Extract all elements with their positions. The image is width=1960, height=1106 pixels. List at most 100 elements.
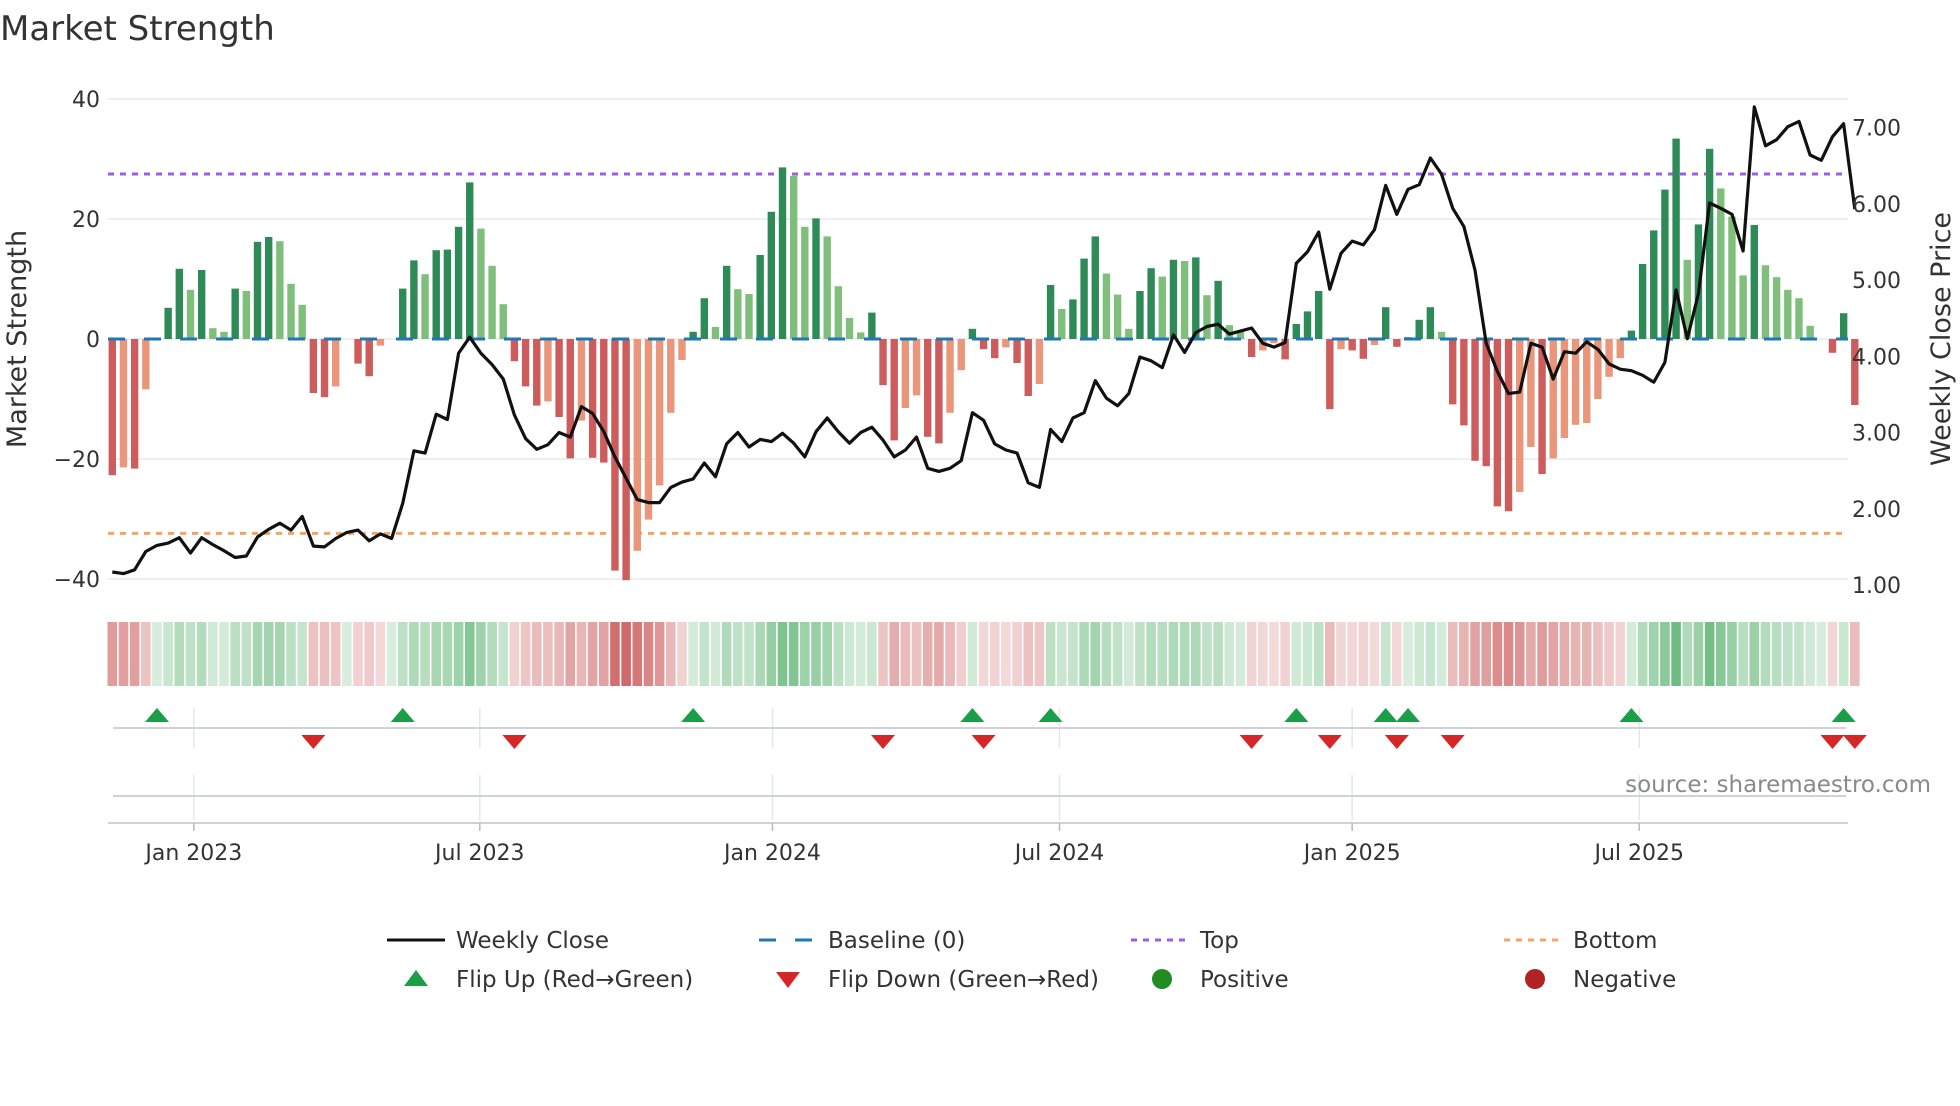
- positive-bar: [1147, 268, 1154, 339]
- x-tick-label: Jan 2024: [722, 841, 821, 866]
- strip-cell: [1381, 622, 1391, 686]
- strip-cell: [677, 622, 687, 686]
- strip-cell: [1448, 622, 1458, 686]
- flip-down-marker: [502, 735, 526, 749]
- positive-bar: [823, 236, 830, 339]
- strip-cell: [1213, 622, 1223, 686]
- flip-up-marker: [1374, 708, 1398, 722]
- positive-bar: [1170, 260, 1177, 339]
- negative-bar: [377, 339, 384, 346]
- strip-cell: [242, 622, 252, 686]
- positive-bar: [1773, 277, 1780, 339]
- negative-bar: [678, 339, 685, 360]
- positive-bar: [1125, 329, 1132, 339]
- strip-cell: [822, 622, 832, 686]
- positive-bar: [790, 176, 797, 339]
- positive-bar: [723, 266, 730, 339]
- strip-cell: [119, 622, 129, 686]
- negative-bar: [1393, 339, 1400, 347]
- strip-cell: [800, 622, 810, 686]
- strip-cell: [655, 622, 665, 686]
- strip-cell: [465, 622, 475, 686]
- legend-label: Bottom: [1573, 928, 1657, 954]
- flip-up-marker: [681, 708, 705, 722]
- negative-bar: [913, 339, 920, 395]
- strip-cell: [1694, 622, 1704, 686]
- strip-cell: [811, 622, 821, 686]
- strip-cell: [1526, 622, 1536, 686]
- strip-cell: [1738, 622, 1748, 686]
- flip-down-marker: [1843, 735, 1867, 749]
- strip-cell: [532, 622, 542, 686]
- positive-bar: [1840, 313, 1847, 339]
- negative-bar: [991, 339, 998, 358]
- positive-bar: [1661, 190, 1668, 339]
- positive-bar: [433, 250, 440, 339]
- negative-bar: [634, 339, 641, 551]
- strip-cell: [1124, 622, 1134, 686]
- strip-cell: [1772, 622, 1782, 686]
- positive-bar: [254, 242, 261, 339]
- strip-cell: [1481, 622, 1491, 686]
- positive-bar: [846, 318, 853, 339]
- strip-cell: [1504, 622, 1514, 686]
- negative-bar: [120, 339, 127, 467]
- flip-up-marker: [1284, 708, 1308, 722]
- flip-down-marker: [1441, 735, 1465, 749]
- strip-cell: [767, 622, 777, 686]
- positive-bar: [243, 291, 250, 339]
- negative-bar: [567, 339, 574, 458]
- strip-cell: [554, 622, 564, 686]
- strip-cell: [1068, 622, 1078, 686]
- strip-cell: [789, 622, 799, 686]
- negative-bar: [1460, 339, 1467, 425]
- strip-cell: [163, 622, 173, 686]
- negative-bar: [1550, 339, 1557, 458]
- negative-bar: [109, 339, 116, 475]
- positive-bar: [1650, 230, 1657, 339]
- positive-bar: [1762, 265, 1769, 339]
- positive-bar: [298, 305, 305, 339]
- negative-bar: [600, 339, 607, 463]
- strip-cell: [454, 622, 464, 686]
- negative-bar: [589, 339, 596, 458]
- negative-bar: [354, 339, 361, 364]
- strip-cell: [387, 622, 397, 686]
- strip-cell: [152, 622, 162, 686]
- strip-cell: [644, 622, 654, 686]
- strip-cell: [1805, 622, 1815, 686]
- strip-cell: [990, 622, 1000, 686]
- strip-cell: [1247, 622, 1257, 686]
- strip-cell: [1225, 622, 1235, 686]
- positive-bar: [768, 212, 775, 339]
- legend-label: Top: [1199, 928, 1239, 954]
- strip-cell: [733, 622, 743, 686]
- strip-cell: [956, 622, 966, 686]
- flip-down-marker: [301, 735, 325, 749]
- right-tick-label: 2.00: [1852, 498, 1901, 523]
- strip-cell: [1850, 622, 1860, 686]
- strip-cell: [1336, 622, 1346, 686]
- flip-up-marker: [1396, 708, 1420, 722]
- positive-bar: [1739, 275, 1746, 339]
- positive-bar: [1415, 320, 1422, 339]
- legend-label: Flip Up (Red→Green): [456, 967, 693, 993]
- strip-cell: [487, 622, 497, 686]
- right-tick-label: 4.00: [1852, 345, 1901, 370]
- strip-cell: [342, 622, 352, 686]
- legend-label: Baseline (0): [828, 928, 965, 954]
- positive-bar: [410, 260, 417, 339]
- strip-cell: [1638, 622, 1648, 686]
- positive-bar: [779, 167, 786, 339]
- strip-cell: [1169, 622, 1179, 686]
- positive-bar: [1214, 281, 1221, 339]
- negative-bar: [935, 339, 942, 443]
- strip-cell: [565, 622, 575, 686]
- positive-bar: [488, 266, 495, 339]
- strip-cell: [1817, 622, 1827, 686]
- strip-cell: [912, 622, 922, 686]
- flip-down-marker: [1820, 735, 1844, 749]
- positive-bar: [835, 286, 842, 339]
- positive-bar: [1181, 261, 1188, 339]
- negative-bar: [555, 339, 562, 417]
